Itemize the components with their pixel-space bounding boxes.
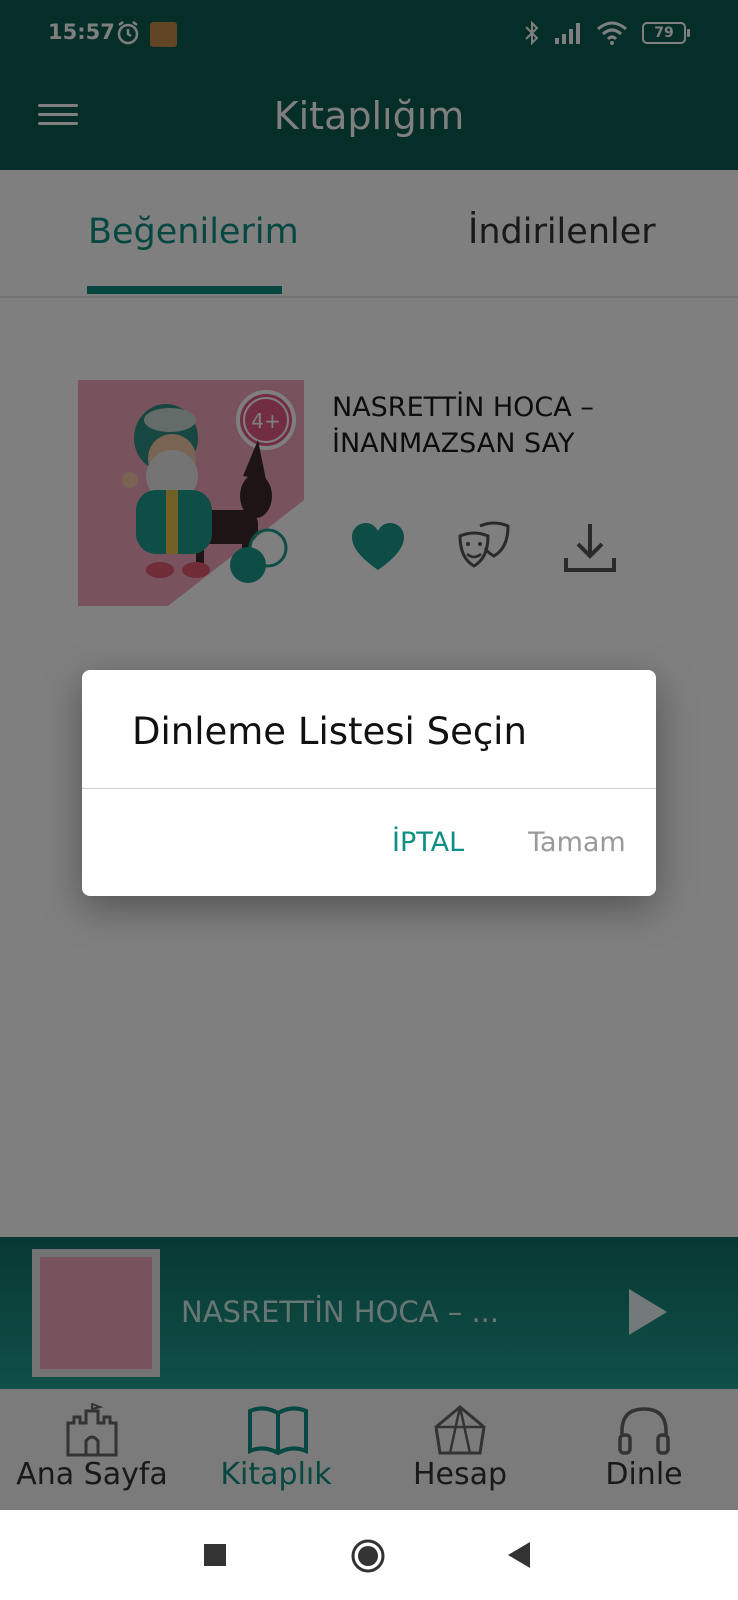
playlist-dialog: Dinleme Listesi Seçin İPTAL Tamam	[82, 670, 656, 896]
dialog-title: Dinleme Listesi Seçin	[132, 710, 527, 753]
cancel-button[interactable]: İPTAL	[392, 827, 464, 858]
back-icon[interactable]	[508, 1542, 532, 1568]
home-icon[interactable]	[350, 1538, 386, 1574]
system-navigation-bar	[0, 1510, 738, 1600]
recents-icon[interactable]	[204, 1544, 226, 1566]
dialog-divider	[82, 788, 656, 789]
ok-button[interactable]: Tamam	[528, 827, 626, 858]
